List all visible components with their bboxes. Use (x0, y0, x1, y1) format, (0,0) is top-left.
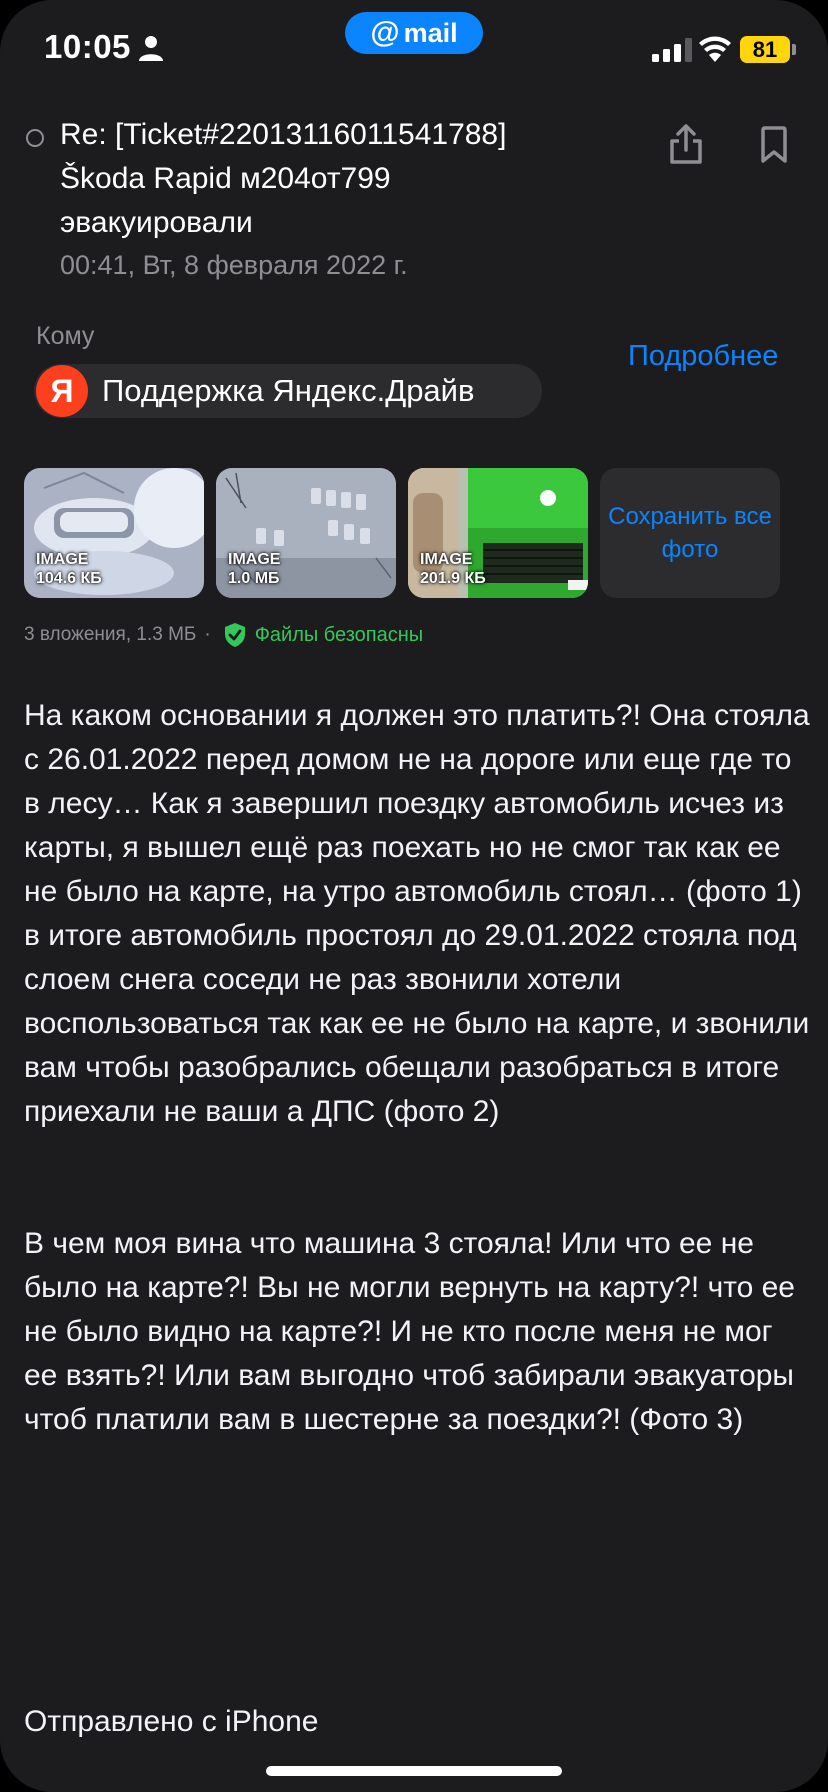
attachment-1[interactable]: IMAGE 104.6 КБ (24, 468, 204, 598)
mail-app-label: mail (403, 17, 458, 48)
battery-icon: 81 (740, 36, 790, 63)
home-indicator[interactable] (266, 1766, 562, 1776)
attachment-type: IMAGE (228, 551, 281, 568)
signal-icon (652, 38, 692, 62)
email-screen: 10:05 @ mail 81 Re: [Ticket#220131160115… (0, 0, 828, 1792)
at-icon: @ (370, 16, 400, 49)
battery-tip (792, 44, 796, 55)
to-label: Кому (36, 322, 95, 350)
attachments-summary: 3 вложения, 1.3 МБ (24, 624, 197, 645)
attachment-type: IMAGE (420, 551, 473, 568)
email-signature: Отправлено с iPhone (24, 1705, 319, 1738)
person-icon (139, 36, 163, 61)
attachment-2[interactable]: IMAGE 1.0 МБ (216, 468, 396, 598)
email-subject: Re: [Ticket#22013116011541788] Škoda Rap… (60, 118, 507, 239)
attachment-type: IMAGE (36, 551, 89, 568)
save-all-photos-button[interactable]: Сохранить все фото (600, 468, 780, 598)
separator: · (204, 624, 211, 645)
attachment-3[interactable]: IMAGE 201.9 КБ (408, 468, 588, 598)
status-bar: 10:05 @ mail 81 (0, 0, 828, 100)
attachments-info: 3 вложения, 1.3 МБ · Файлы безопасны (24, 622, 423, 648)
recipient-chip[interactable]: Я Поддержка Яндекс.Драйв (34, 364, 542, 418)
recipient-name: Поддержка Яндекс.Драйв (102, 373, 475, 408)
wifi-icon (699, 36, 731, 62)
email-date: 00:41, Вт, 8 февраля 2022 г. (60, 250, 408, 280)
files-safe-label[interactable]: Файлы безопасны (255, 624, 423, 647)
attachment-size: 104.6 КБ (36, 570, 102, 587)
details-link[interactable]: Подробнее (628, 340, 778, 373)
yandex-logo-icon: Я (36, 365, 88, 417)
shield-check-icon (224, 623, 245, 647)
status-time: 10:05 (44, 28, 131, 65)
mail-app-pill[interactable]: @ mail (345, 12, 483, 54)
attachment-size: 1.0 МБ (228, 570, 280, 587)
unread-toggle-icon[interactable] (26, 129, 44, 147)
bookmark-icon[interactable] (760, 126, 788, 164)
attachment-size: 201.9 КБ (420, 570, 486, 587)
email-body: На каком основании я должен это платить?… (24, 699, 810, 1436)
share-icon[interactable] (668, 124, 704, 164)
